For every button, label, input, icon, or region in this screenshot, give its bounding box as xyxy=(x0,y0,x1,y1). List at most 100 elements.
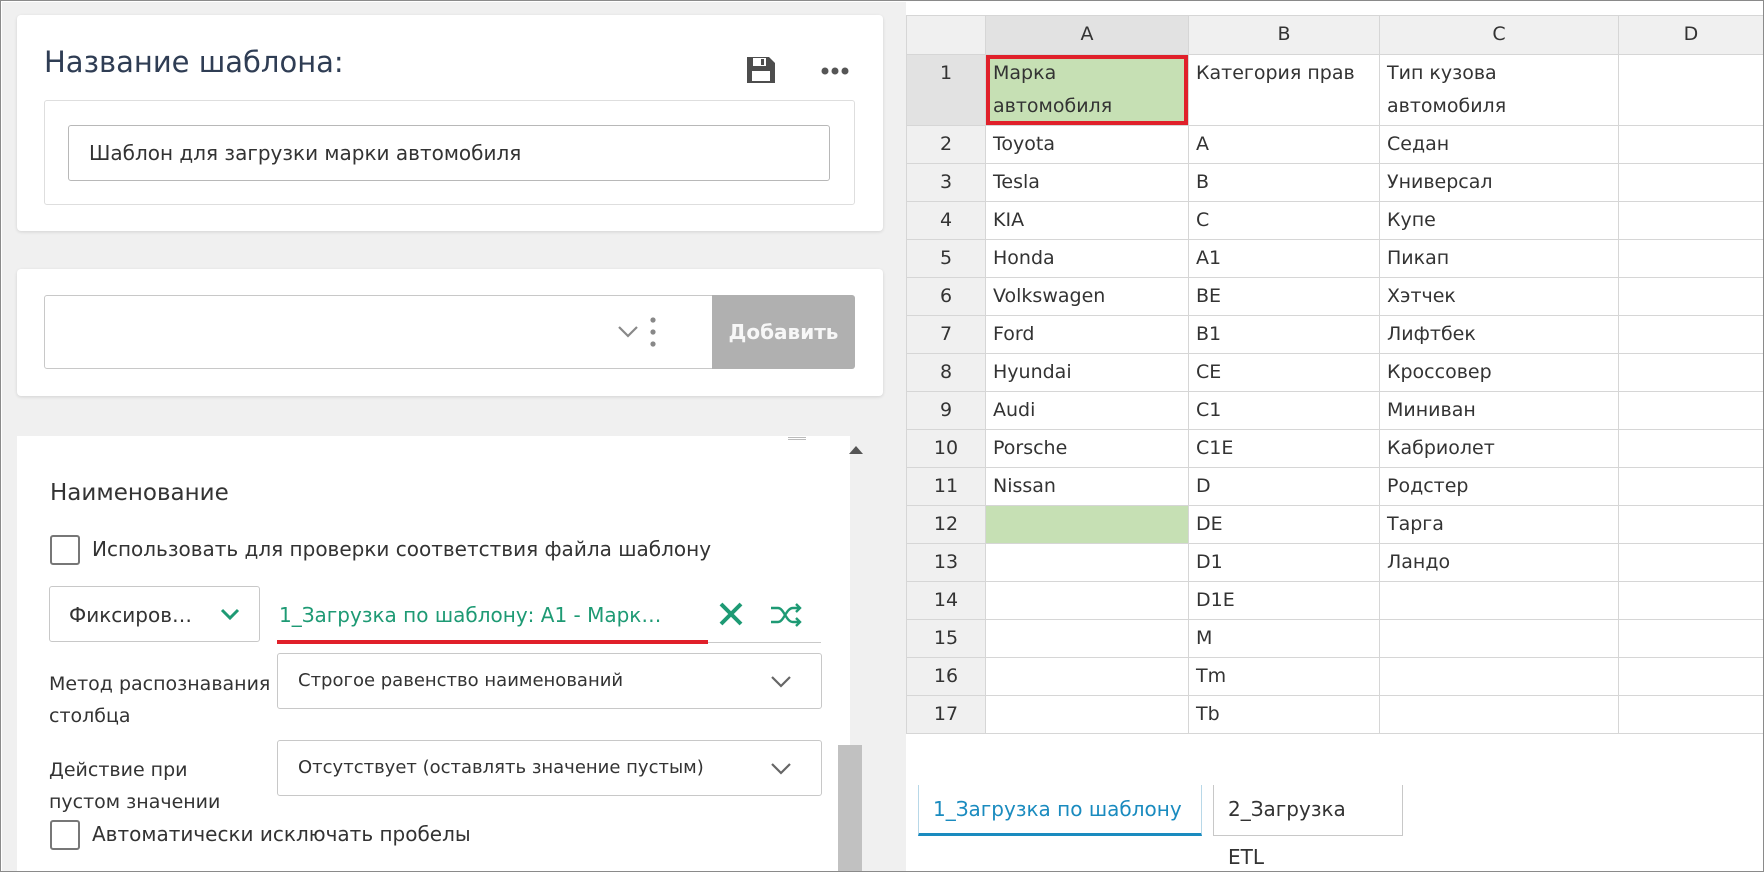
cell-c[interactable]: Универсал xyxy=(1379,163,1619,202)
row-header[interactable]: 12 xyxy=(906,505,986,544)
row-header[interactable]: 8 xyxy=(906,353,986,392)
cell-b[interactable]: C1 xyxy=(1188,391,1380,430)
cell-c[interactable]: Миниван xyxy=(1379,391,1619,430)
row-header[interactable]: 15 xyxy=(906,619,986,658)
cell-a[interactable]: Audi xyxy=(985,391,1189,430)
cell-a[interactable]: Ford xyxy=(985,315,1189,354)
cell-c[interactable]: Кабриолет xyxy=(1379,429,1619,468)
cell-d[interactable] xyxy=(1618,467,1763,506)
cell-a[interactable] xyxy=(985,695,1189,734)
trim-spaces-checkbox[interactable] xyxy=(50,820,80,850)
close-icon[interactable] xyxy=(718,601,744,627)
template-name-input[interactable]: Шаблон для загрузки марки автомобиля xyxy=(68,125,830,181)
more-icon[interactable] xyxy=(817,59,853,83)
cell-a[interactable]: Toyota xyxy=(985,125,1189,164)
cell-c[interactable]: Пикап xyxy=(1379,239,1619,278)
row-header[interactable]: 3 xyxy=(906,163,986,202)
row-header[interactable]: 13 xyxy=(906,543,986,582)
row-header[interactable]: 16 xyxy=(906,657,986,696)
cell-d[interactable] xyxy=(1618,125,1763,164)
cell-d[interactable] xyxy=(1618,619,1763,658)
cell-b[interactable]: BE xyxy=(1188,277,1380,316)
row-header[interactable]: 10 xyxy=(906,429,986,468)
cell-b[interactable]: C1E xyxy=(1188,429,1380,468)
cell-a[interactable] xyxy=(985,619,1189,658)
cell-b[interactable]: DE xyxy=(1188,505,1380,544)
shuffle-icon[interactable] xyxy=(769,601,803,629)
grid-corner[interactable] xyxy=(906,15,986,55)
cell-c[interactable] xyxy=(1379,581,1619,620)
chevron-down-icon[interactable] xyxy=(617,325,639,339)
row-header[interactable]: 17 xyxy=(906,695,986,734)
cell-a[interactable] xyxy=(985,543,1189,582)
cell-c[interactable]: Седан xyxy=(1379,125,1619,164)
cell-a[interactable] xyxy=(985,657,1189,696)
row-header[interactable]: 2 xyxy=(906,125,986,164)
row-header[interactable]: 4 xyxy=(906,201,986,240)
fixed-select[interactable]: Фиксиров… xyxy=(49,586,260,642)
cell-a[interactable]: Hyundai xyxy=(985,353,1189,392)
cell-d[interactable] xyxy=(1618,695,1763,734)
cell-d[interactable] xyxy=(1618,429,1763,468)
cell-a[interactable] xyxy=(985,505,1189,544)
sheet-tab-2[interactable]: 2_Загрузка ETL xyxy=(1213,785,1403,869)
cell-c[interactable] xyxy=(1379,695,1619,734)
cell-c[interactable]: Ландо xyxy=(1379,543,1619,582)
cell-b[interactable]: M xyxy=(1188,619,1380,658)
cell-b[interactable]: D xyxy=(1188,467,1380,506)
cell-a[interactable] xyxy=(985,581,1189,620)
row-header[interactable]: 11 xyxy=(906,467,986,506)
cell-d[interactable] xyxy=(1618,657,1763,696)
cell-c[interactable]: Купе xyxy=(1379,201,1619,240)
cell-a[interactable]: Porsche xyxy=(985,429,1189,468)
cell-c[interactable]: Хэтчек xyxy=(1379,277,1619,316)
cell-b[interactable]: D1 xyxy=(1188,543,1380,582)
column-header-d[interactable]: D xyxy=(1618,15,1763,55)
cell-a[interactable]: Tesla xyxy=(985,163,1189,202)
sheet-tab-1[interactable]: 1_Загрузка по шаблону xyxy=(918,785,1202,836)
cell-c[interactable]: Тип кузова автомобиля xyxy=(1379,54,1619,126)
cell-d[interactable] xyxy=(1618,391,1763,430)
empty-action-select[interactable]: Отсутствует (оставлять значение пустым) xyxy=(277,740,822,796)
cell-c[interactable] xyxy=(1379,619,1619,658)
cell-c[interactable] xyxy=(1379,657,1619,696)
cell-c[interactable]: Лифтбек xyxy=(1379,315,1619,354)
cell-d[interactable] xyxy=(1618,239,1763,278)
cell-b[interactable]: B xyxy=(1188,163,1380,202)
cell-b[interactable]: A xyxy=(1188,125,1380,164)
row-header[interactable]: 5 xyxy=(906,239,986,278)
cell-d[interactable] xyxy=(1618,505,1763,544)
add-button[interactable]: Добавить xyxy=(712,295,855,369)
cell-a[interactable]: KIA xyxy=(985,201,1189,240)
cell-b[interactable]: D1E xyxy=(1188,581,1380,620)
cell-d[interactable] xyxy=(1618,277,1763,316)
cell-d[interactable] xyxy=(1618,543,1763,582)
column-header-c[interactable]: C xyxy=(1379,15,1619,55)
resize-handle[interactable] xyxy=(788,437,806,440)
cell-b[interactable]: A1 xyxy=(1188,239,1380,278)
cell-a[interactable]: Honda xyxy=(985,239,1189,278)
column-header-a[interactable]: A xyxy=(985,15,1189,55)
cell-c[interactable]: Родстер xyxy=(1379,467,1619,506)
cell-c[interactable]: Кроссовер xyxy=(1379,353,1619,392)
row-header[interactable]: 14 xyxy=(906,581,986,620)
column-header-b[interactable]: B xyxy=(1188,15,1380,55)
check-file-checkbox[interactable] xyxy=(50,535,80,565)
cell-b[interactable]: C xyxy=(1188,201,1380,240)
row-header[interactable]: 7 xyxy=(906,315,986,354)
cell-d[interactable] xyxy=(1618,581,1763,620)
row-header[interactable]: 9 xyxy=(906,391,986,430)
save-icon[interactable] xyxy=(745,55,777,85)
scrollbar-thumb[interactable] xyxy=(838,745,862,871)
cell-d[interactable] xyxy=(1618,54,1763,126)
cell-a[interactable]: Марка автомобиля xyxy=(985,54,1189,126)
row-header[interactable]: 6 xyxy=(906,277,986,316)
cell-a[interactable]: Nissan xyxy=(985,467,1189,506)
vertical-dots-icon[interactable] xyxy=(648,316,658,348)
cell-d[interactable] xyxy=(1618,201,1763,240)
cell-d[interactable] xyxy=(1618,315,1763,354)
cell-b[interactable]: CE xyxy=(1188,353,1380,392)
cell-d[interactable] xyxy=(1618,353,1763,392)
scroll-up-icon[interactable] xyxy=(849,446,863,454)
method-select[interactable]: Строгое равенство наименований xyxy=(277,653,822,709)
